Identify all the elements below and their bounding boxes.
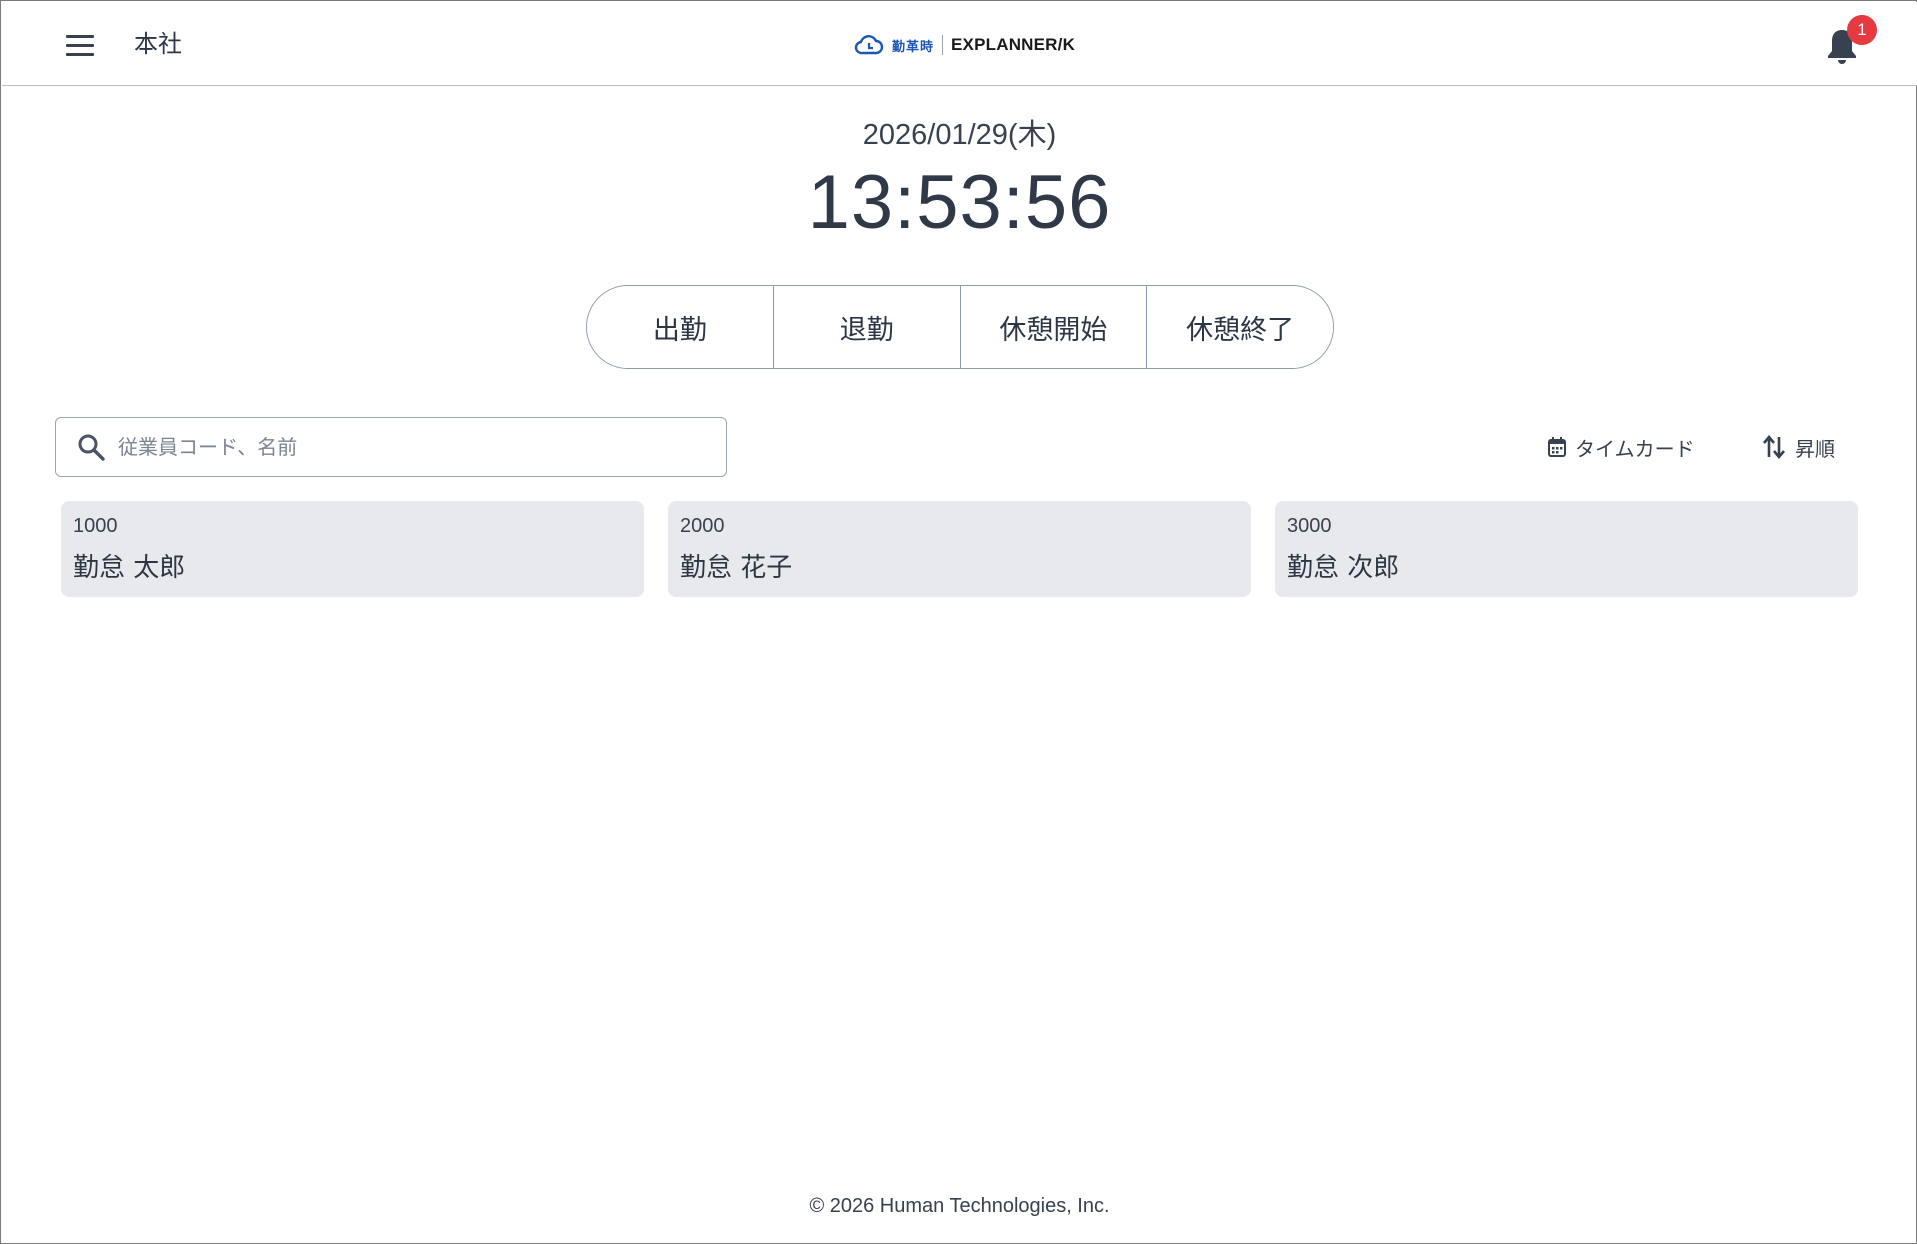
clock-out-button[interactable]: 退勤 (773, 286, 961, 368)
logo-english-text: EXPLANNER/K (951, 35, 1076, 54)
notification-badge[interactable]: 1 (1847, 15, 1877, 45)
cloud-clock-icon (854, 35, 884, 55)
calendar-icon (1548, 437, 1566, 457)
search-input[interactable] (118, 427, 698, 467)
employee-card[interactable]: 2000 勤怠 花子 (668, 501, 1251, 597)
hamburger-menu-icon[interactable] (56, 26, 104, 64)
sort-order-button[interactable]: 昇順 (1761, 429, 1835, 465)
window-frame: 本社 勤革時 EXPLANNER/K 1 2026/01/29(木) 13:53… (0, 0, 1917, 1244)
current-time: 13:53:56 (807, 160, 1112, 245)
employee-search (55, 417, 727, 477)
employee-name: 勤怠 花子 (680, 553, 793, 583)
punch-button-group: 出勤 退勤 休憩開始 休憩終了 (586, 285, 1334, 369)
timecard-label: タイムカード (1575, 436, 1695, 461)
employee-code: 2000 (680, 515, 725, 537)
employee-card[interactable]: 3000 勤怠 次郎 (1275, 501, 1858, 597)
sort-arrows-icon (1763, 434, 1785, 460)
current-date: 2026/01/29(木) (862, 119, 1057, 151)
app-header: 本社 勤革時 EXPLANNER/K 1 (2, 2, 1917, 86)
employee-code: 3000 (1287, 515, 1332, 537)
timecard-button[interactable]: タイムカード (1547, 429, 1695, 465)
office-name: 本社 (134, 30, 182, 58)
employee-card[interactable]: 1000 勤怠 太郎 (61, 501, 644, 597)
employee-name: 勤怠 太郎 (73, 553, 186, 583)
copyright-footer: © 2026 Human Technologies, Inc. (809, 1195, 1110, 1217)
logo-japanese-text: 勤革時 (892, 39, 935, 55)
sort-label: 昇順 (1795, 436, 1835, 461)
clock-in-button[interactable]: 出勤 (587, 286, 774, 368)
employee-name: 勤怠 次郎 (1287, 553, 1400, 583)
search-icon (78, 434, 105, 461)
employee-code: 1000 (73, 515, 118, 537)
break-start-button[interactable]: 休憩開始 (960, 286, 1148, 368)
break-end-button[interactable]: 休憩終了 (1147, 286, 1333, 368)
logo-divider (942, 35, 944, 55)
app-logo: 勤革時 EXPLANNER/K (854, 30, 1075, 60)
